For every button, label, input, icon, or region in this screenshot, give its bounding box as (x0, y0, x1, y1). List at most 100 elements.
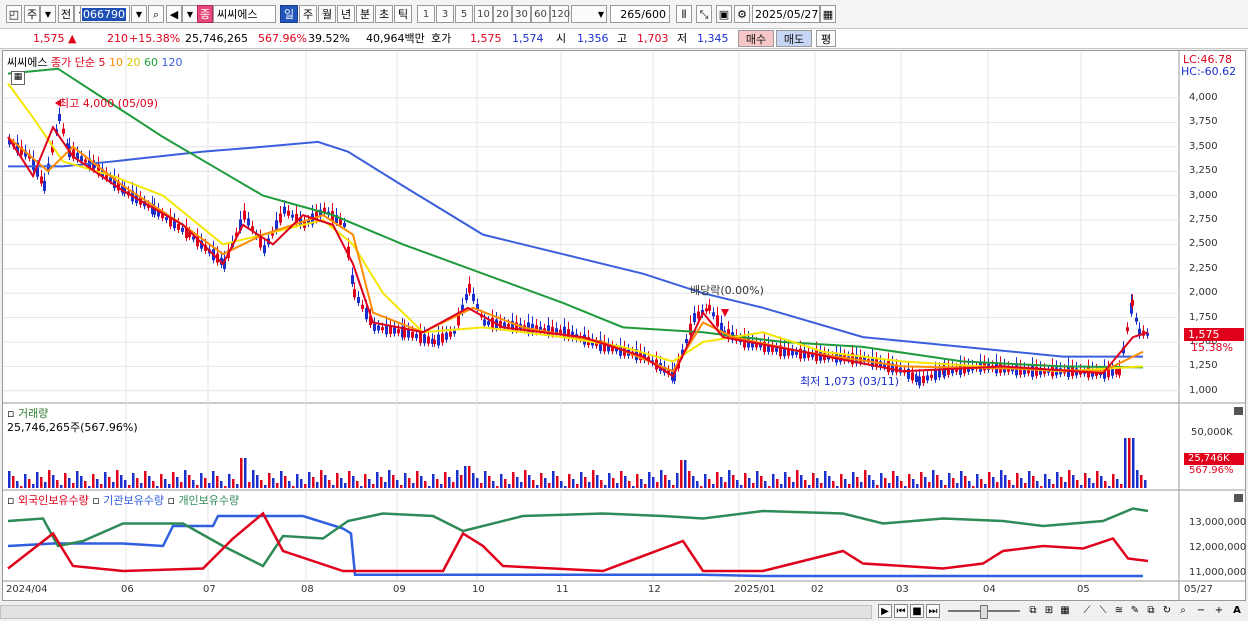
volume-bar (516, 477, 519, 488)
interval-5-button[interactable]: 5 (455, 5, 473, 23)
stock-name-field[interactable]: 씨씨에스 (213, 5, 276, 23)
holding-pane-close-icon[interactable] (1234, 494, 1243, 502)
scroll-right-icon[interactable]: ▶ (878, 604, 892, 618)
volume-bar (412, 483, 415, 488)
period-tick-button[interactable]: 틱 (394, 5, 412, 23)
volume-bar (36, 472, 39, 488)
volume-bar (236, 484, 239, 488)
volume-bar (248, 482, 251, 488)
candle-body (922, 375, 925, 383)
volume-bar (408, 478, 411, 488)
interval-10-button[interactable]: 10 (474, 5, 493, 23)
market-select[interactable]: 주 (24, 5, 40, 23)
volume-bar (72, 483, 75, 488)
layout-icon[interactable]: ⧉ (1026, 604, 1040, 618)
gear-icon[interactable]: ⚙ (734, 5, 750, 23)
volume-bar (112, 482, 115, 488)
interval-custom-dropdown[interactable]: ▼ (571, 5, 607, 23)
price-ytick: 1,250 (1189, 360, 1218, 372)
volume-bar (760, 476, 763, 488)
volume-bar (164, 479, 167, 488)
volume-bar (788, 477, 791, 488)
toolbar: ◰ 주 ▼ 전 ▼ 066790 ▼ ⌕ ◀ ▼ 종 씨씨에스 일주월년분초틱 … (0, 0, 1248, 29)
save-icon[interactable]: ▣ (716, 5, 732, 23)
period-week-button[interactable]: 주 (299, 5, 317, 23)
horizontal-scrollbar[interactable] (0, 605, 872, 619)
volume-bar (1096, 471, 1099, 488)
volume-bar (1004, 475, 1007, 488)
fib-tool-icon[interactable]: ≋ (1112, 604, 1126, 618)
grid-icon[interactable]: ▦ (1058, 604, 1072, 618)
candle-body (693, 313, 696, 323)
volume-bar (100, 484, 103, 488)
zoom-slider-handle[interactable] (980, 605, 988, 619)
volume-bar (544, 478, 547, 488)
chevron-down-icon[interactable]: ▼ (40, 5, 56, 23)
code-dropdown-icon[interactable]: ▼ (131, 5, 147, 23)
refresh-icon[interactable]: ↻ (1160, 604, 1174, 618)
volume-bar (856, 477, 859, 488)
prev-button[interactable]: 전 (58, 5, 74, 23)
chart-canvas[interactable] (3, 51, 1245, 600)
line-tool-icon[interactable]: ⟋ (1080, 604, 1094, 618)
date-field[interactable]: 2025/05/27 (752, 5, 820, 23)
volume-bar (128, 485, 131, 488)
chart-area[interactable]: 씨씨에스 종가 단순 5 10 20 60 120 ▦ LC:46.78 HC:… (2, 50, 1246, 601)
volume-bar (240, 458, 243, 488)
trend-tool-icon[interactable]: ⟍ (1096, 604, 1110, 618)
split-icon[interactable]: ⊞ (1042, 604, 1056, 618)
period-minute-button[interactable]: 분 (356, 5, 374, 23)
eval-button[interactable]: 평 (816, 30, 836, 47)
candle-type-icon[interactable]: ⫴ (676, 5, 692, 23)
stock-code-input[interactable]: 066790 (80, 5, 130, 23)
candle-body (84, 159, 87, 163)
low-annotation: 최저 1,073 (03/11) (800, 375, 900, 388)
volume-bar (636, 474, 639, 488)
buy-button[interactable]: 매수 (738, 30, 774, 47)
interval-3-button[interactable]: 3 (436, 5, 454, 23)
volume-bar (476, 478, 479, 488)
search-icon[interactable]: ⌕ (1176, 604, 1190, 618)
interval-20-button[interactable]: 20 (493, 5, 512, 23)
volume-bar (728, 470, 731, 488)
legend-ma60: 60 (143, 56, 158, 69)
price-ytick: 1,750 (1189, 311, 1218, 323)
price-ytick: 2,500 (1189, 238, 1218, 250)
zoom-out-icon[interactable]: − (1194, 604, 1208, 618)
stop-icon[interactable]: ■ (910, 604, 924, 618)
volume-bar (132, 473, 135, 488)
interval-30-button[interactable]: 30 (512, 5, 531, 23)
interval-120-button[interactable]: 120 (550, 5, 570, 23)
copy-icon[interactable]: ⧉ (1144, 604, 1158, 618)
data-table-icon[interactable]: ▦ (11, 71, 25, 85)
volume-bar (156, 486, 159, 488)
holding-ytick-12m: 12,000,000 (1189, 542, 1247, 553)
interval-1-button[interactable]: 1 (417, 5, 435, 23)
volume-pane-close-icon[interactable] (1234, 407, 1243, 415)
scroll-first-icon[interactable]: ⏮ (894, 604, 908, 618)
interval-60-button[interactable]: 60 (531, 5, 550, 23)
calendar-icon[interactable]: ▦ (820, 5, 836, 23)
volume-bar (1124, 438, 1127, 488)
volume-bar (440, 484, 443, 488)
bar-count-field[interactable]: 265/600 (610, 5, 670, 23)
window-icon[interactable]: ◰ (6, 5, 22, 23)
zoom-in-icon[interactable]: + (1212, 604, 1226, 618)
volume-bar (712, 484, 715, 488)
search-icon[interactable]: ⌕ (148, 5, 164, 23)
sell-button[interactable]: 매도 (776, 30, 812, 47)
price-change: 210 (107, 32, 128, 45)
auto-scale-icon[interactable]: A (1230, 604, 1244, 618)
period-day-button[interactable]: 일 (280, 5, 298, 23)
period-second-button[interactable]: 초 (375, 5, 393, 23)
bid-price: 1,574 (512, 32, 544, 45)
pen-tool-icon[interactable]: ✎ (1128, 604, 1142, 618)
drawing-tool-icon[interactable]: ⤡ (696, 5, 712, 23)
chevron-down-icon[interactable]: ▼ (182, 5, 198, 23)
candle-body (415, 334, 418, 339)
period-month-button[interactable]: 월 (318, 5, 336, 23)
period-year-button[interactable]: 년 (337, 5, 355, 23)
speaker-icon[interactable]: ◀ (166, 5, 182, 23)
scroll-last-icon[interactable]: ⏭ (926, 604, 940, 618)
open-price: 1,356 (577, 32, 609, 45)
